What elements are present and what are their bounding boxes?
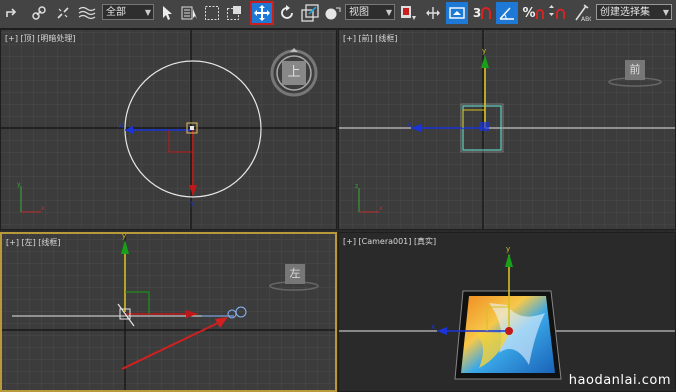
watermark-text: haodanlai.com [568, 373, 671, 388]
keyboard-shortcut-override-button[interactable] [446, 2, 468, 24]
select-and-scale-icon[interactable] [300, 3, 320, 23]
svg-text:y: y [122, 234, 126, 240]
select-by-name-icon[interactable] [180, 3, 200, 23]
svg-text:x: x [431, 323, 435, 331]
svg-text:y: y [17, 181, 21, 188]
keyboard-icon [449, 7, 465, 19]
select-object-icon[interactable] [158, 3, 176, 23]
redo-icon[interactable] [4, 3, 20, 23]
viewport-left[interactable]: y [+] [左] [线框] 左 [0, 232, 337, 392]
place-icon[interactable] [323, 3, 341, 23]
svg-text:x: x [407, 121, 411, 129]
select-manipulate-icon[interactable] [424, 3, 442, 23]
viewport-top[interactable]: x y y x [+] [顶] [明暗处理] 上 [0, 29, 337, 230]
viewport-front[interactable]: x y z x [+] [前] [线框] 前 [338, 29, 676, 230]
angle-snap-button[interactable] [496, 2, 518, 24]
percent-snap-button[interactable]: % [522, 3, 544, 23]
snaps-toggle-icon[interactable]: 3 [472, 3, 492, 23]
pivot-point-icon[interactable] [398, 3, 418, 23]
reference-coordinate-value: 视图 [349, 7, 369, 18]
named-selection-placeholder: 创建选择集 [600, 7, 650, 18]
selection-filter-dropdown[interactable]: 全部 ▼ [102, 4, 154, 20]
svg-text:ABC: ABC [581, 16, 591, 22]
viewcube-top-face[interactable]: 上 [282, 61, 306, 85]
percent-snap-label: % [522, 5, 536, 21]
svg-text:z: z [355, 183, 358, 190]
window-crossing-icon[interactable] [225, 3, 243, 23]
angle-snap-icon [499, 7, 514, 20]
camera-viewport-scene: x y [339, 245, 675, 380]
viewcube-left-face[interactable]: 左 [285, 264, 305, 284]
svg-text:y: y [482, 47, 486, 55]
main-toolbar: 全部 ▼ 视图 ▼ 3 % AB 创建选择集 ▼ [0, 0, 676, 29]
named-selection-dropdown[interactable]: 创建选择集 ▼ [596, 4, 672, 20]
svg-text:y: y [506, 245, 510, 253]
viewport-top-label[interactable]: [+] [顶] [明暗处理] [5, 33, 76, 44]
svg-text:x: x [119, 122, 123, 130]
move-icon [254, 5, 270, 21]
viewport-front-label[interactable]: [+] [前] [线框] [343, 33, 398, 44]
top-viewport-grid: x y y x [1, 30, 336, 229]
viewport-camera-label[interactable]: [+] [Camera001] [真实] [343, 236, 436, 247]
viewport-left-label[interactable]: [+] [左] [线框] [6, 237, 61, 248]
snaps-dimension-label: 3 [472, 6, 482, 20]
viewport-camera[interactable]: x y [+] [Camera001] [真实] haodanlai.com [338, 232, 676, 392]
region-select-icon[interactable] [203, 3, 221, 23]
viewcube-front-face[interactable]: 前 [625, 60, 645, 80]
link-icon[interactable] [30, 3, 48, 23]
spinner-snap-icon[interactable] [546, 3, 566, 23]
svg-text:y: y [190, 199, 194, 207]
selection-filter-value: 全部 [106, 7, 126, 18]
select-and-rotate-icon[interactable] [278, 3, 296, 23]
unlink-icon[interactable] [54, 3, 72, 23]
svg-text:x: x [379, 205, 383, 212]
bind-space-warp-icon[interactable] [78, 3, 96, 23]
reference-coordinate-dropdown[interactable]: 视图 ▼ [345, 4, 395, 20]
edit-named-selection-icon[interactable]: ABC [572, 3, 592, 23]
select-and-move-button[interactable] [250, 1, 274, 25]
left-viewport-grid: y [2, 234, 335, 390]
svg-text:x: x [41, 205, 45, 212]
